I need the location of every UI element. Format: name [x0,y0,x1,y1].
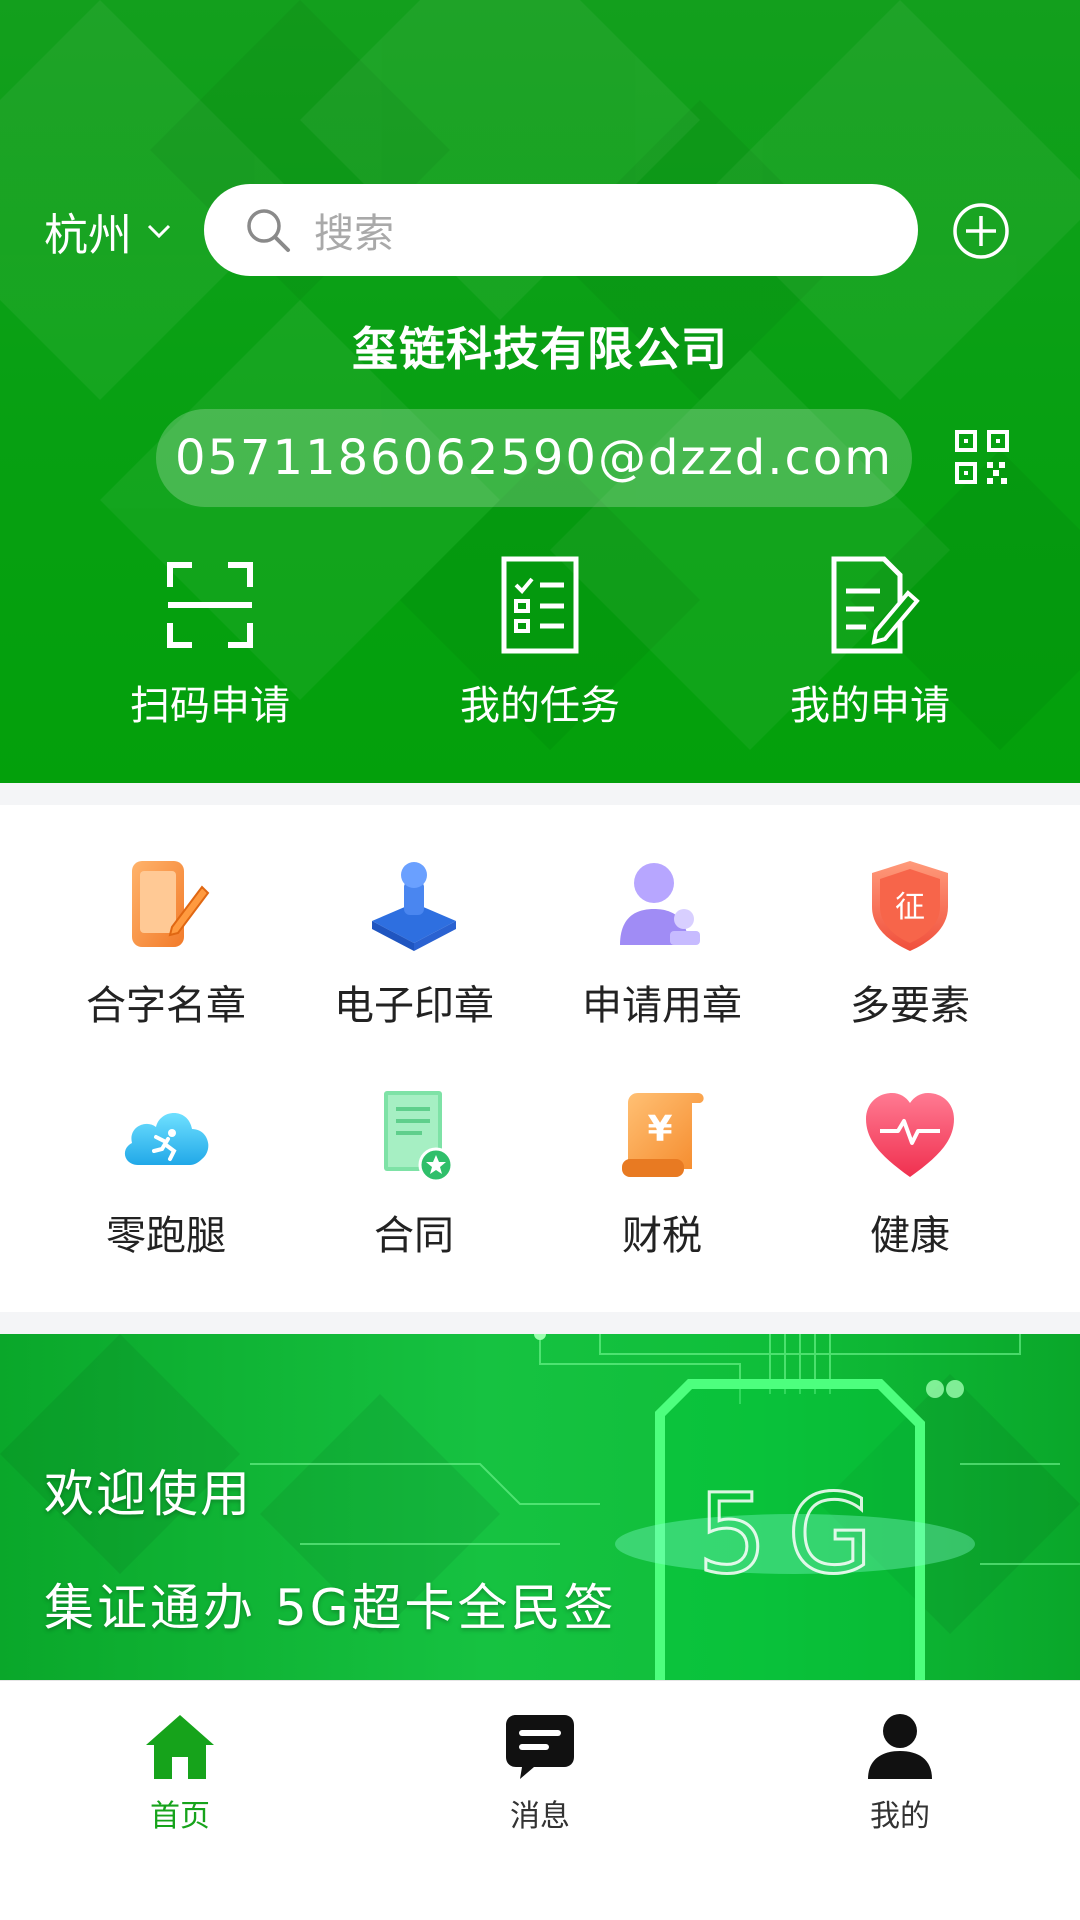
signature-seal-icon [132,861,210,947]
service-label: 合同 [374,1213,454,1259]
service-apply-seal[interactable]: 申请用章 [538,857,786,1031]
quick-action-scan[interactable]: 扫码申请 [80,555,340,731]
message-icon [506,1715,574,1779]
header-banner: 杭州 搜索 玺链科技有限公司 0571186062590@dzzd.com 扫码… [0,0,1080,783]
home-icon [146,1715,214,1779]
quick-action-applications[interactable]: 我的申请 [740,555,1000,731]
tab-label: 消息 [510,1799,570,1834]
multi-factor-shield-icon: 征 [872,861,948,951]
scan-icon [167,562,253,648]
tab-messages[interactable]: 消息 [440,1711,640,1835]
promo-banner[interactable]: 5G 欢迎使用 集证通办 5G超卡全民签 [0,1334,1080,1680]
service-label: 申请用章 [582,983,742,1029]
profile-icon [868,1714,932,1779]
banner-welcome: 欢迎使用 [44,1465,252,1523]
service-signature-seal[interactable]: 合字名章 [42,857,290,1031]
health-heart-icon [866,1093,954,1177]
quick-action-label: 扫码申请 [130,683,290,729]
apply-seal-user-icon [620,863,700,945]
service-label: 多要素 [850,983,970,1029]
banner-slogan: 集证通办 5G超卡全民签 [44,1579,617,1637]
quick-action-label: 我的任务 [460,683,620,729]
city-selector[interactable]: 杭州 [44,203,174,261]
zero-errand-cloud-icon [124,1113,209,1165]
service-electronic-stamp[interactable]: 电子印章 [290,857,538,1031]
service-multi-factor[interactable]: 征 多要素 [786,857,1034,1031]
contract-document-icon [384,1091,454,1183]
company-name: 玺链科技有限公司 [352,322,728,376]
quick-action-label: 我的申请 [790,683,950,729]
task-checklist-icon [501,556,579,654]
tab-label: 首页 [150,1799,210,1834]
service-label: 健康 [870,1213,950,1259]
tab-home[interactable]: 首页 [80,1711,280,1835]
finance-tax-scroll-icon: ¥ [622,1093,704,1177]
application-edit-icon [831,556,920,654]
tab-label: 我的 [870,1799,930,1834]
add-circle-icon[interactable] [952,202,1010,260]
service-zero-errand[interactable]: 零跑腿 [42,1087,290,1261]
shield-badge-text: 征 [895,890,925,925]
tab-profile[interactable]: 我的 [800,1711,1000,1835]
section-divider [0,783,1080,805]
service-label: 财税 [622,1213,702,1259]
scroll-badge-text: ¥ [647,1109,672,1150]
account-email: 0571186062590@dzzd.com [156,409,912,507]
service-grid: 合字名章 电子印章 申请用章 征 多要素 零跑腿 合同 ¥ 财税 健康 [0,805,1080,1312]
service-label: 合字名章 [86,983,246,1029]
chevron-down-icon [147,224,171,239]
city-label: 杭州 [44,210,132,261]
banner-5g-text: 5G [697,1470,892,1598]
service-health[interactable]: 健康 [786,1087,1034,1261]
service-contract[interactable]: 合同 [290,1087,538,1261]
qr-code-icon[interactable] [955,430,1009,484]
section-divider [0,1312,1080,1334]
service-label: 电子印章 [334,983,494,1029]
electronic-stamp-icon [372,862,456,951]
search-placeholder: 搜索 [314,211,394,257]
service-finance-tax[interactable]: ¥ 财税 [538,1087,786,1261]
bottom-tab-bar: 首页 消息 我的 [0,1680,1080,1920]
quick-action-tasks[interactable]: 我的任务 [410,555,670,731]
search-input[interactable]: 搜索 [204,184,918,276]
search-icon [247,209,290,252]
service-label: 零跑腿 [106,1213,226,1259]
